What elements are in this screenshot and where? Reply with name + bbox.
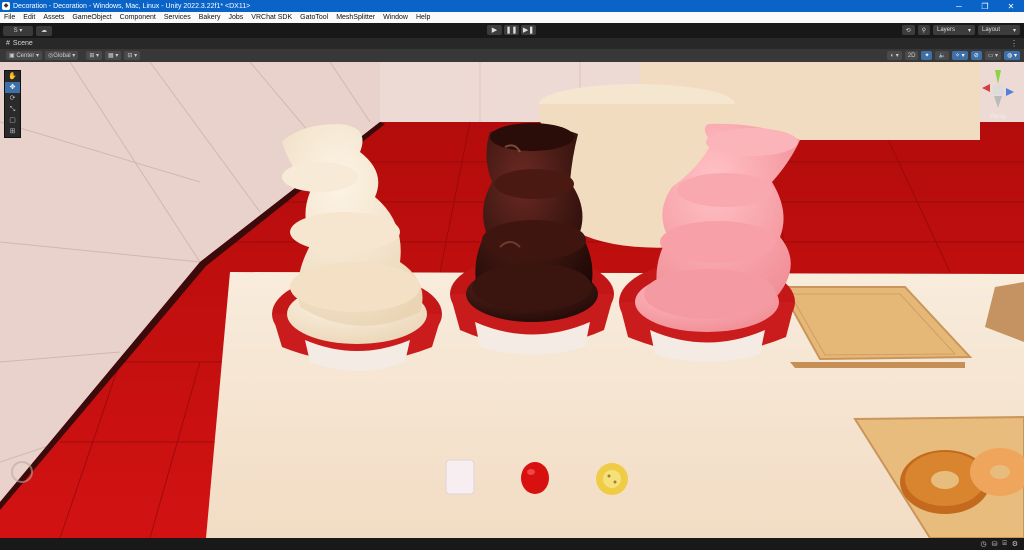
menu-help[interactable]: Help [412, 14, 434, 21]
marshmallow [445, 459, 475, 495]
menu-window[interactable]: Window [379, 14, 412, 21]
strawberry [521, 462, 549, 494]
step-button[interactable]: ▶❚ [521, 25, 536, 35]
menu-gatotool[interactable]: GatoTool [296, 14, 332, 21]
menu-file[interactable]: File [0, 14, 19, 21]
unity-logo-icon: ◆ [2, 2, 10, 10]
history-icon[interactable]: ⟲ [901, 25, 915, 35]
menu-gameobject[interactable]: GameObject [68, 14, 115, 21]
tab-scene-label: Scene [12, 40, 33, 47]
effects-toggle-icon[interactable]: ✧ ▾ [951, 51, 968, 60]
playback-controls: ▶ ❚❚ ▶❚ [487, 25, 538, 35]
scale-tool-icon[interactable]: ⤡ [5, 104, 20, 115]
menu-services[interactable]: Services [160, 14, 195, 21]
space-label: Global [53, 52, 71, 59]
orientation-gizmo[interactable]: Persp [978, 68, 1018, 124]
window-controls: ─ ❐ ✕ [946, 0, 1024, 12]
pause-button[interactable]: ❚❚ [504, 25, 519, 35]
hidden-objects-icon[interactable]: ⊘ [970, 51, 982, 60]
menu-edit[interactable]: Edit [19, 14, 39, 21]
camera-settings-icon[interactable]: ▭ ▾ [984, 51, 1002, 60]
audio-toggle-icon[interactable]: 🔈 [935, 51, 949, 60]
transform-tool-icon[interactable]: ⊞ [5, 126, 20, 137]
toolbar-right: ⟲ ⚲ Layers ▾ Layout ▾ [899, 25, 1020, 35]
minimize-button[interactable]: ─ [946, 0, 972, 12]
layers-dropdown[interactable]: Layers ▾ [933, 25, 975, 35]
menu-vrchat-sdk[interactable]: VRChat SDK [247, 14, 296, 21]
window-title: Decoration - Decoration - Windows, Mac, … [13, 2, 251, 10]
cache-icon[interactable]: ⛁ [992, 540, 998, 548]
mode-2d-toggle[interactable]: 2D [904, 51, 919, 60]
maximize-button[interactable]: ❐ [972, 0, 998, 12]
progress-icon[interactable]: ◷ [981, 540, 987, 548]
layout-dropdown[interactable]: Layout ▾ [978, 25, 1020, 35]
gizmos-toggle-icon[interactable]: ◍ ▾ [1004, 51, 1020, 60]
grid-snap-button[interactable]: ⊞ ▾ [86, 51, 103, 60]
layout-label: Layout [982, 27, 1001, 33]
rotate-tool-icon[interactable]: ⟳ [5, 93, 20, 104]
lighting-toggle-icon[interactable]: ✦ [921, 51, 933, 60]
menu-bakery[interactable]: Bakery [195, 14, 225, 21]
tab-scene[interactable]: # Scene [0, 38, 39, 49]
close-button[interactable]: ✕ [998, 0, 1024, 12]
pivot-label: Center [16, 52, 35, 59]
window-titlebar: ◆ Decoration - Decoration - Windows, Mac… [0, 0, 1024, 12]
account-button[interactable]: S ▾ [3, 25, 33, 36]
status-bar [0, 538, 1024, 550]
chevron-down-icon: ▾ [1012, 27, 1016, 34]
rect-tool-icon[interactable]: ▢ [5, 115, 20, 126]
cloud-icon[interactable]: ☁ [36, 25, 52, 36]
tab-bar: # Scene ⋮ [0, 38, 1024, 49]
console-icon[interactable]: ⌸ [1003, 540, 1007, 548]
status-icons: ◷ ⛁ ⌸ ⚙ [976, 540, 1018, 548]
collab-icon[interactable]: ⚙ [1012, 540, 1018, 548]
hand-tool-icon[interactable]: ✋ [5, 71, 20, 82]
axis-gizmo-icon: Persp [982, 70, 1014, 120]
menu-meshsplitter[interactable]: MeshSplitter [332, 14, 379, 21]
search-icon[interactable]: ⚲ [917, 25, 930, 35]
gizmo-label: Persp [990, 114, 1006, 120]
menu-component[interactable]: Component [116, 14, 160, 21]
scene-view-options: ◐ ▾ 2D ✦ 🔈 ✧ ▾ ⊘ ▭ ▾ ◍ ▾ [884, 51, 1020, 60]
transform-tool-palette: ✋ ✥ ⟳ ⤡ ▢ ⊞ [4, 70, 21, 138]
chevron-down-icon: ▾ [967, 27, 971, 34]
menu-assets[interactable]: Assets [39, 14, 68, 21]
play-button[interactable]: ▶ [487, 25, 502, 35]
menu-jobs[interactable]: Jobs [225, 14, 248, 21]
scene-tab-icon: # [6, 40, 10, 47]
scene-toolbar: ▣ Center ▾ ◎ Global ▾ ⊞ ▾ ▦ ▾ ⊟ ▾ ◐ ▾ 2D … [0, 49, 1024, 63]
increment-snap-button[interactable]: ⊟ ▾ [124, 51, 141, 60]
scene-viewport[interactable] [0, 62, 1024, 538]
more-options-icon[interactable]: ⋮ [1010, 39, 1018, 48]
shading-mode-icon[interactable]: ◐ ▾ [887, 51, 902, 60]
layers-label: Layers [937, 27, 956, 33]
move-tool-icon[interactable]: ✥ [5, 82, 20, 93]
pivot-dropdown[interactable]: ▣ Center ▾ [6, 51, 43, 60]
scene-render [0, 62, 1024, 538]
space-dropdown[interactable]: ◎ Global ▾ [45, 51, 79, 60]
grid-visibility-button[interactable]: ▦ ▾ [105, 51, 122, 60]
